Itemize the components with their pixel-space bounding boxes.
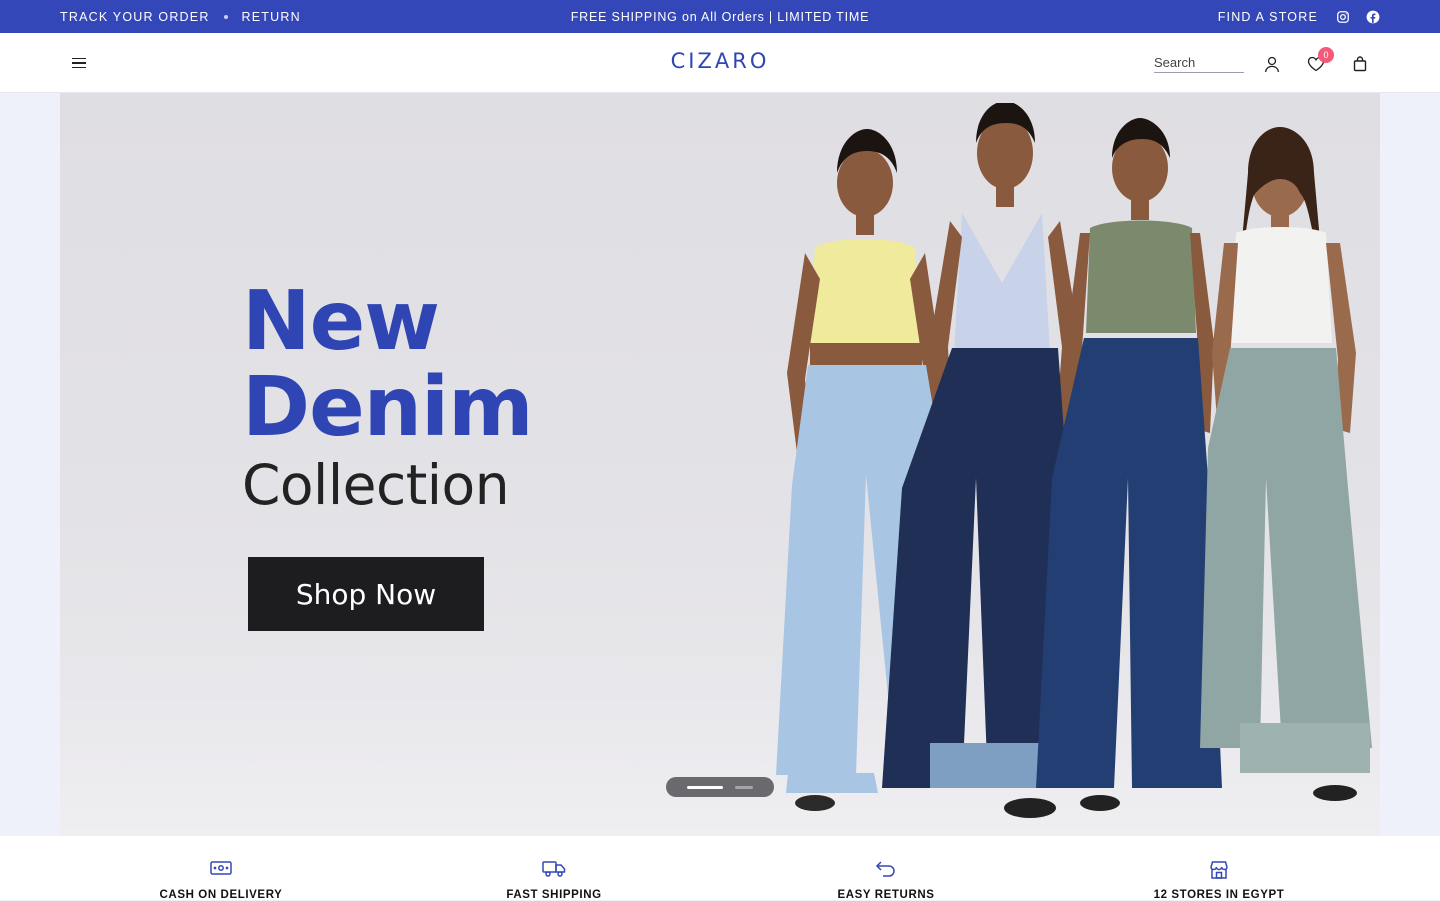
wishlist-count-badge: 0 <box>1318 47 1334 63</box>
truck-icon <box>404 860 704 880</box>
feature-cash-on-delivery: CASH ON DELIVERY <box>71 836 371 901</box>
bag-icon[interactable] <box>1349 53 1371 75</box>
promo-text: FREE SHIPPING on All Orders | LIMITED TI… <box>570 9 870 24</box>
features-bar: CASH ON DELIVERY FAST SHIPPING EASY RETU… <box>0 836 1440 901</box>
search-input[interactable] <box>1154 53 1244 73</box>
hero-title-line-1: New <box>242 274 440 369</box>
models-image <box>776 103 1372 818</box>
account-icon[interactable] <box>1261 53 1283 75</box>
topbar-left-links: TRACK YOUR ORDER RETURN <box>60 0 301 33</box>
slide-dot-2[interactable] <box>735 785 753 789</box>
hero-title-line-3: Collection <box>242 453 510 517</box>
find-store-link[interactable]: FIND A STORE <box>1218 10 1318 24</box>
hero-banner[interactable]: New Denim Collection Shop Now <box>60 93 1380 836</box>
track-order-link[interactable]: TRACK YOUR ORDER <box>60 10 210 24</box>
announcement-bar: TRACK YOUR ORDER RETURN FREE SHIPPING on… <box>0 0 1440 33</box>
facebook-icon[interactable] <box>1366 10 1380 24</box>
model-3 <box>1036 118 1222 811</box>
store-icon <box>1069 860 1369 880</box>
return-link[interactable]: RETURN <box>242 10 301 24</box>
topbar-right-links: FIND A STORE <box>1218 0 1380 33</box>
site-header: CIZARO 0 <box>0 33 1440 93</box>
shop-now-button[interactable]: Shop Now <box>248 557 484 631</box>
site-logo[interactable]: CIZARO <box>671 49 770 73</box>
hero-headline: New Denim Collection <box>242 274 534 518</box>
separator-dot <box>223 14 228 19</box>
feature-label: EASY RETURNS <box>837 889 935 901</box>
model-4 <box>1200 127 1372 801</box>
feature-easy-returns: EASY RETURNS <box>736 836 1036 901</box>
feature-label: CASH ON DELIVERY <box>159 889 283 901</box>
cash-icon <box>71 860 371 880</box>
feature-label: FAST SHIPPING <box>506 889 602 901</box>
feature-label: 12 STORES IN EGYPT <box>1153 889 1285 901</box>
hero-title-line-2: Denim <box>242 360 534 455</box>
instagram-icon[interactable] <box>1336 10 1350 24</box>
slide-dot-1[interactable] <box>687 785 723 789</box>
feature-stores: 12 STORES IN EGYPT <box>1069 836 1369 901</box>
slider-pagination <box>666 777 774 797</box>
menu-icon[interactable] <box>72 55 90 71</box>
feature-fast-shipping: FAST SHIPPING <box>404 836 704 901</box>
return-arrow-icon <box>736 860 1036 880</box>
